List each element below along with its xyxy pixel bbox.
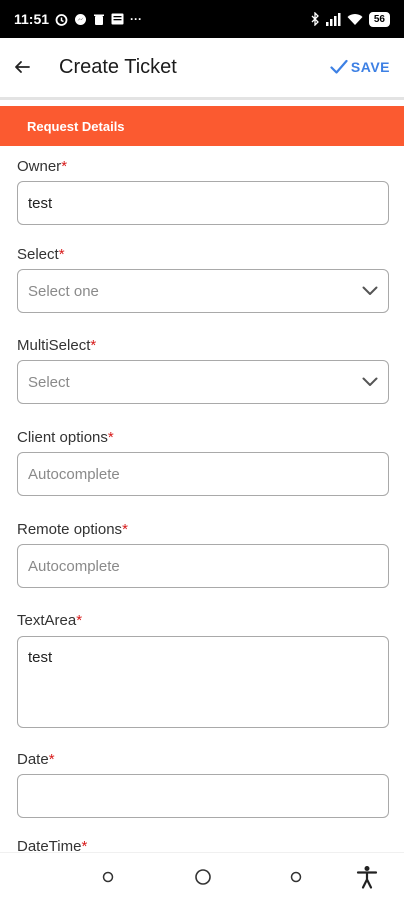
back-nav-icon[interactable] [290, 871, 302, 883]
remote-options-placeholder: Autocomplete [28, 557, 120, 575]
select-label: Select* [17, 246, 65, 263]
recent-apps-icon[interactable] [102, 871, 114, 883]
required-marker: * [48, 751, 55, 768]
multiselect-label: MultiSelect* [17, 337, 97, 354]
bluetooth-icon [311, 12, 319, 26]
signal-icon [325, 12, 341, 26]
required-marker: * [122, 521, 128, 538]
required-marker: * [76, 612, 83, 629]
chevron-down-icon [362, 377, 378, 386]
save-label: SAVE [350, 59, 390, 75]
multiselect-placeholder: Select [28, 373, 70, 391]
multiselect-dropdown[interactable]: Select [17, 360, 389, 404]
client-options-label: Client options* [17, 429, 114, 446]
remote-options-input[interactable]: Autocomplete [17, 544, 389, 588]
messenger-icon [75, 13, 87, 25]
arrow-left-icon [15, 61, 30, 73]
section-title: Request Details [27, 118, 125, 134]
section-header-request-details: Request Details [0, 106, 404, 146]
remote-options-label: Remote options* [17, 521, 128, 538]
trash-icon [94, 14, 105, 25]
client-options-placeholder: Autocomplete [28, 465, 120, 483]
client-options-input[interactable]: Autocomplete [17, 452, 389, 496]
check-icon [330, 59, 348, 74]
date-field[interactable] [17, 774, 389, 818]
required-marker: * [90, 337, 97, 354]
textarea-label: TextArea* [17, 612, 83, 629]
more-dots-icon: ··· [130, 12, 143, 26]
required-marker: * [58, 246, 65, 263]
page-title: Create Ticket [59, 55, 177, 78]
select-dropdown[interactable]: Select one [17, 269, 389, 313]
accessibility-icon[interactable] [356, 865, 378, 889]
status-time: 11:51 [14, 11, 50, 27]
status-bar: 11:51 ··· 56 [0, 0, 404, 38]
textarea-value: test [28, 649, 53, 666]
system-nav-bar [0, 852, 404, 900]
back-button[interactable] [0, 38, 44, 96]
app-bar: Create Ticket SAVE [0, 38, 404, 96]
home-icon[interactable] [194, 868, 212, 886]
owner-label: Owner* [17, 158, 68, 175]
app-bar-divider [0, 97, 404, 100]
owner-value: test [28, 194, 53, 212]
required-marker: * [107, 429, 114, 446]
required-marker: * [61, 158, 68, 175]
owner-field[interactable]: test [17, 181, 389, 225]
textarea-field[interactable]: test [17, 636, 389, 728]
battery-indicator: 56 [368, 11, 390, 27]
save-button[interactable]: SAVE [330, 59, 390, 75]
wifi-icon [347, 13, 363, 25]
news-icon [111, 13, 124, 25]
alarm-icon [55, 13, 68, 26]
chevron-down-icon [362, 286, 378, 295]
date-label: Date* [17, 751, 55, 768]
select-placeholder: Select one [28, 282, 99, 300]
